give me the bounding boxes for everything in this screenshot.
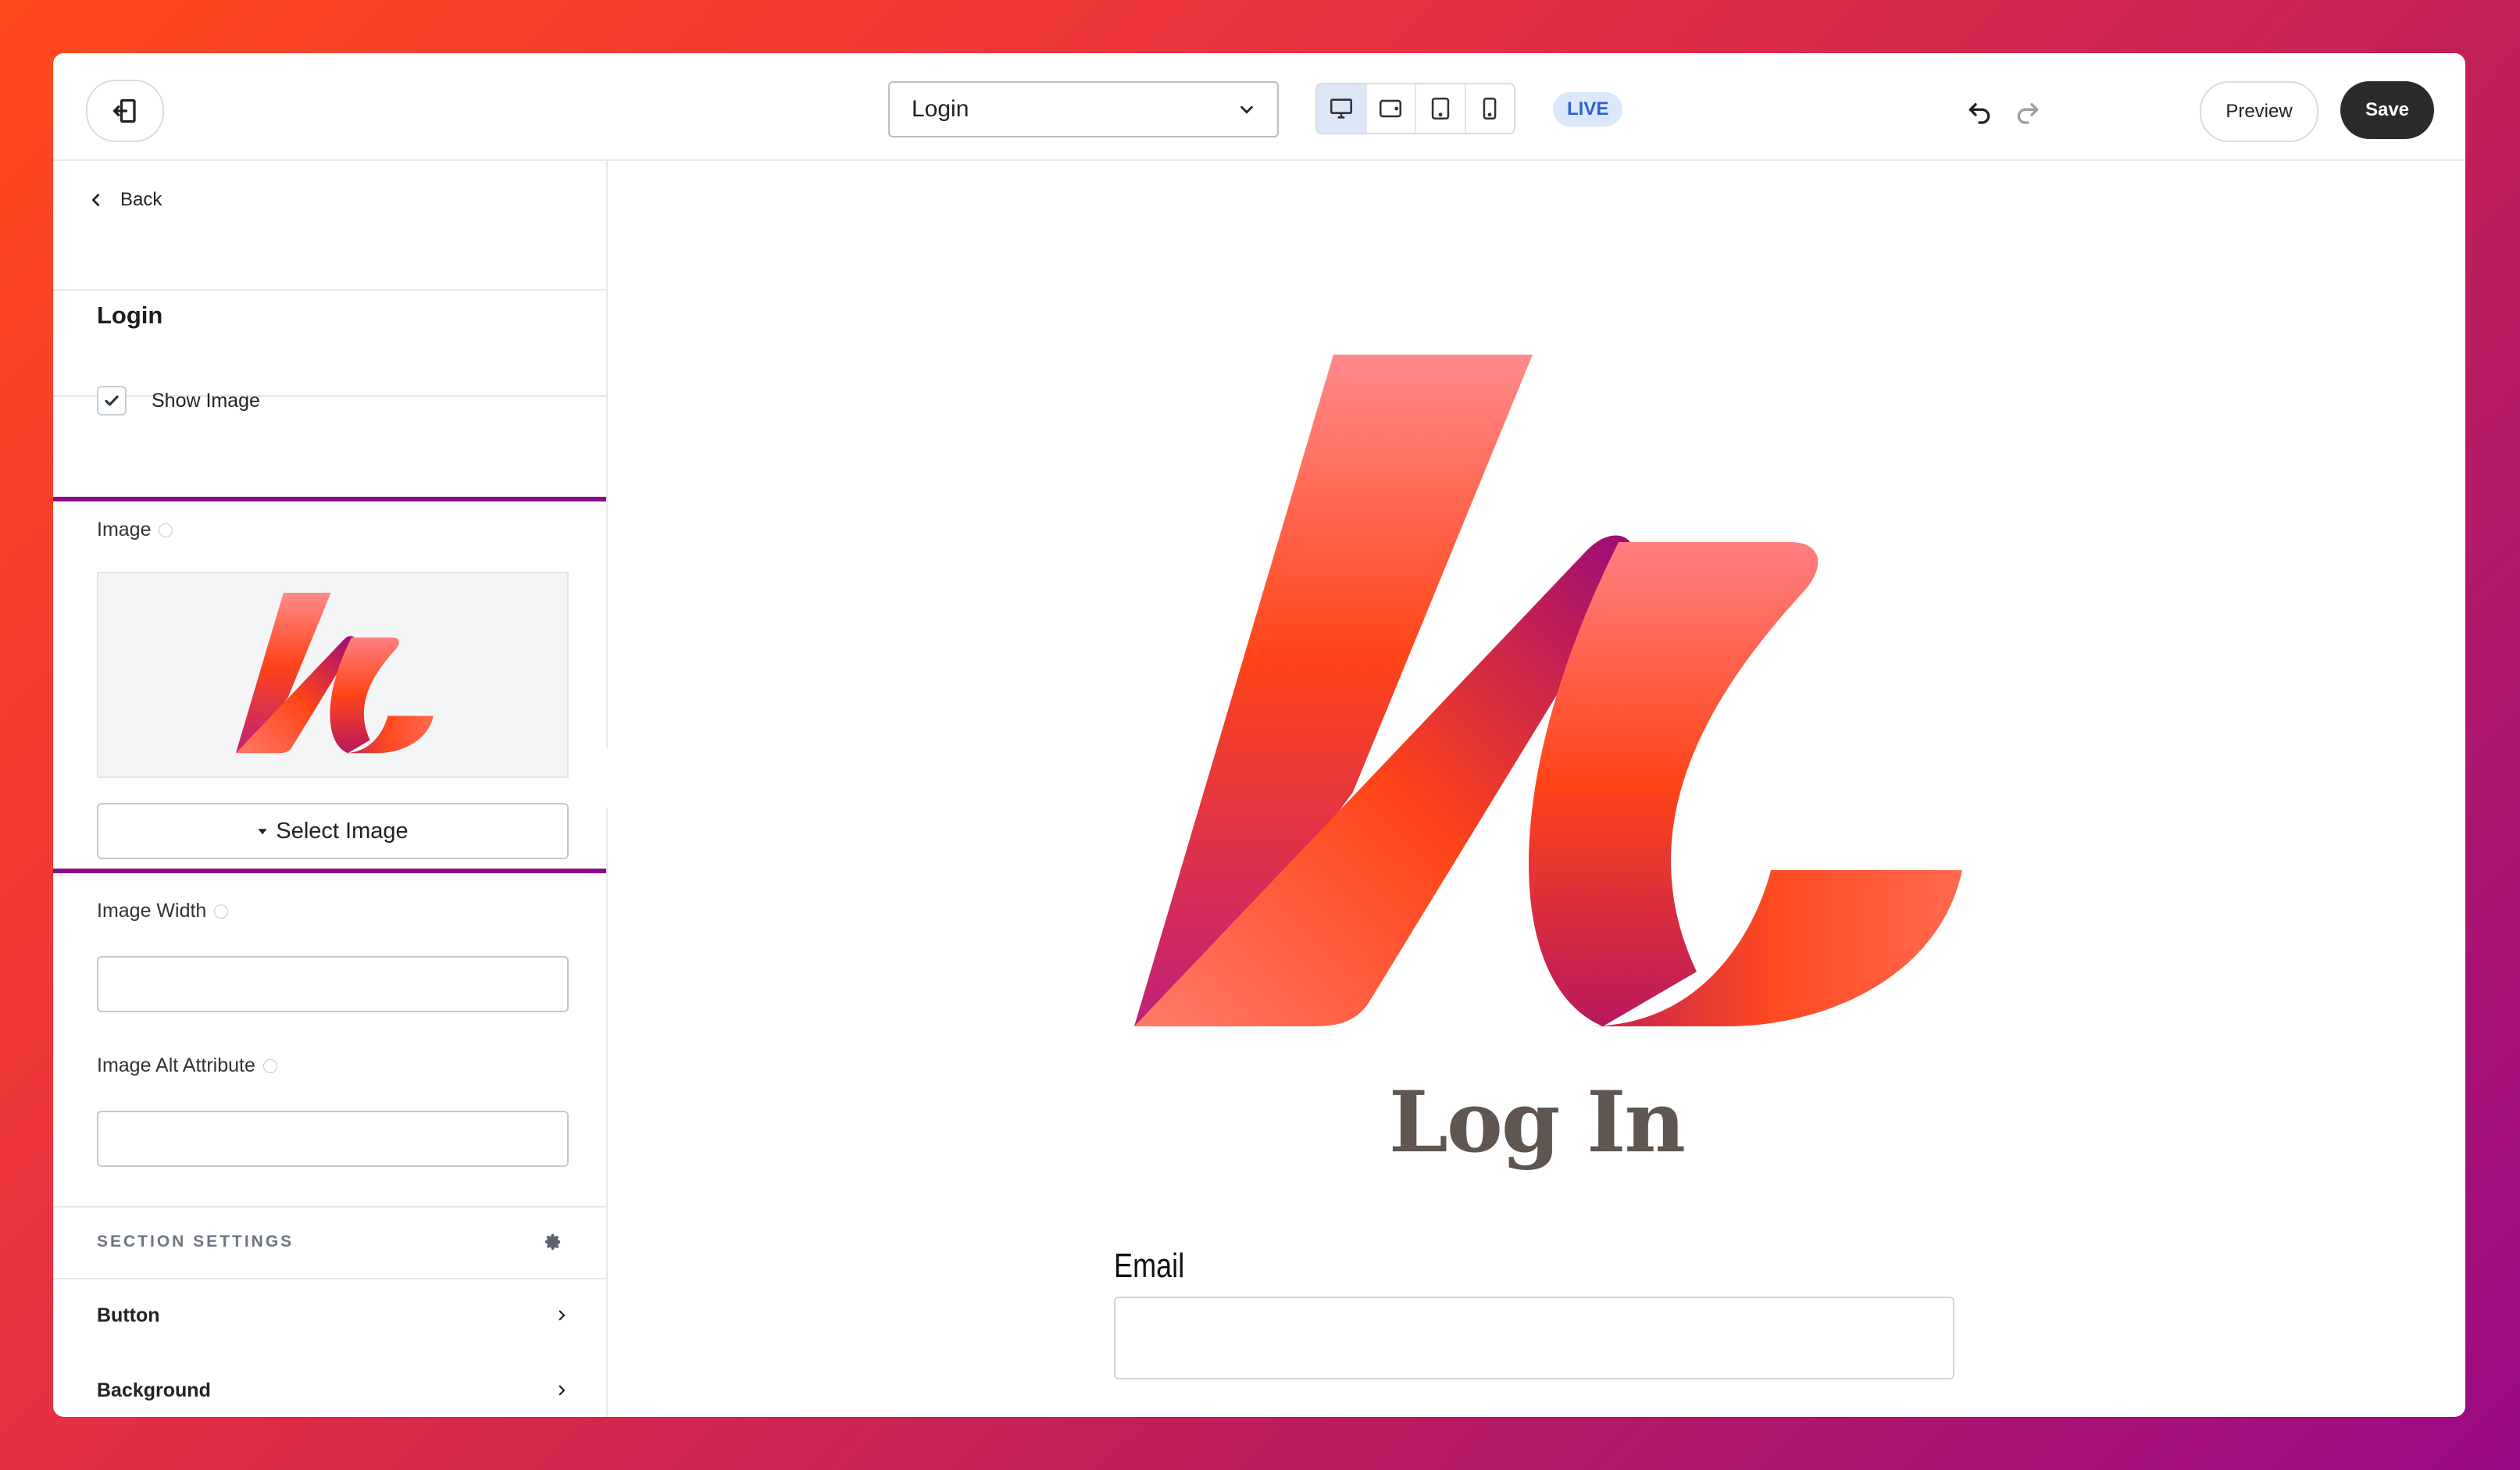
- image-alt-field-label: Image Alt Attribute: [97, 1054, 277, 1077]
- tablet-portrait-icon: [1431, 97, 1449, 120]
- image-alt-input[interactable]: [97, 1111, 569, 1167]
- live-status-badge: LIVE: [1553, 92, 1623, 127]
- exit-editor-button[interactable]: [86, 80, 164, 142]
- accordion-label: Background: [97, 1379, 211, 1401]
- top-toolbar: Login LIVE Preview Save: [53, 53, 2465, 161]
- brand-logo-thumbnail: [235, 593, 434, 754]
- preview-button[interactable]: Preview: [2200, 81, 2318, 142]
- page-select[interactable]: Login: [888, 81, 1279, 137]
- device-desktop-button[interactable]: [1317, 84, 1367, 133]
- email-input[interactable]: [1114, 1297, 1954, 1379]
- divider: [53, 395, 606, 397]
- accordion-background[interactable]: Background: [97, 1373, 569, 1408]
- image-width-label-text: Image Width: [97, 900, 207, 922]
- divider: [53, 1206, 606, 1208]
- page-canvas: Log In Email: [608, 161, 2465, 1417]
- chevron-down-icon: [1240, 105, 1253, 114]
- select-image-label: Select Image: [276, 818, 409, 844]
- chevron-left-icon: [91, 194, 100, 206]
- save-button[interactable]: Save: [2340, 81, 2434, 139]
- show-image-label: Show Image: [152, 390, 260, 412]
- gear-icon[interactable]: [544, 1233, 562, 1251]
- device-mobile-button[interactable]: [1466, 84, 1515, 133]
- section-settings-label: SECTION SETTINGS: [97, 1233, 294, 1251]
- caret-down-icon: [258, 829, 267, 835]
- back-button[interactable]: Back: [87, 181, 162, 219]
- image-label-text: Image: [97, 519, 152, 541]
- device-tablet-landscape-button[interactable]: [1367, 84, 1416, 133]
- image-width-input[interactable]: [97, 956, 569, 1012]
- redo-button[interactable]: [2012, 95, 2043, 127]
- redo-icon: [2017, 103, 2039, 124]
- checkmark-icon: [105, 395, 119, 406]
- page-select-value: Login: [912, 96, 969, 122]
- email-label: Email: [1114, 1247, 1185, 1285]
- editor-window: Login LIVE Preview Save Back Login Show …: [53, 53, 2465, 1417]
- image-width-field-label: Image Width: [97, 900, 229, 922]
- tablet-landscape-icon: [1380, 99, 1402, 118]
- divider: [53, 1278, 606, 1279]
- brand-logo[interactable]: [1119, 355, 1962, 1042]
- settings-sidebar: Back Login Show Image Image Select Image: [53, 161, 608, 1417]
- back-label: Back: [120, 189, 162, 210]
- chevron-right-icon: [559, 1310, 566, 1321]
- select-image-button[interactable]: Select Image: [97, 803, 569, 859]
- desktop-icon: [1330, 98, 1352, 119]
- section-settings-header: SECTION SETTINGS: [97, 1226, 562, 1258]
- sidebar-title: Login: [97, 301, 163, 329]
- mobile-icon: [1483, 97, 1497, 120]
- chevron-right-icon: [559, 1385, 566, 1396]
- accordion-label: Button: [97, 1304, 160, 1326]
- divider: [53, 289, 606, 291]
- info-icon[interactable]: [159, 523, 173, 537]
- image-alt-label-text: Image Alt Attribute: [97, 1054, 255, 1076]
- exit-icon: [112, 98, 136, 123]
- info-icon[interactable]: [214, 904, 229, 919]
- show-image-checkbox[interactable]: [97, 386, 127, 416]
- info-icon[interactable]: [262, 1058, 277, 1073]
- image-preview[interactable]: [97, 572, 569, 778]
- undo-button[interactable]: [1964, 95, 1995, 127]
- login-heading: Log In: [1388, 1073, 1686, 1172]
- device-switcher: [1315, 83, 1515, 134]
- undo-icon: [1969, 103, 1990, 124]
- device-tablet-portrait-button[interactable]: [1416, 84, 1466, 133]
- accordion-button[interactable]: Button: [97, 1298, 569, 1333]
- image-field-label: Image: [97, 519, 173, 541]
